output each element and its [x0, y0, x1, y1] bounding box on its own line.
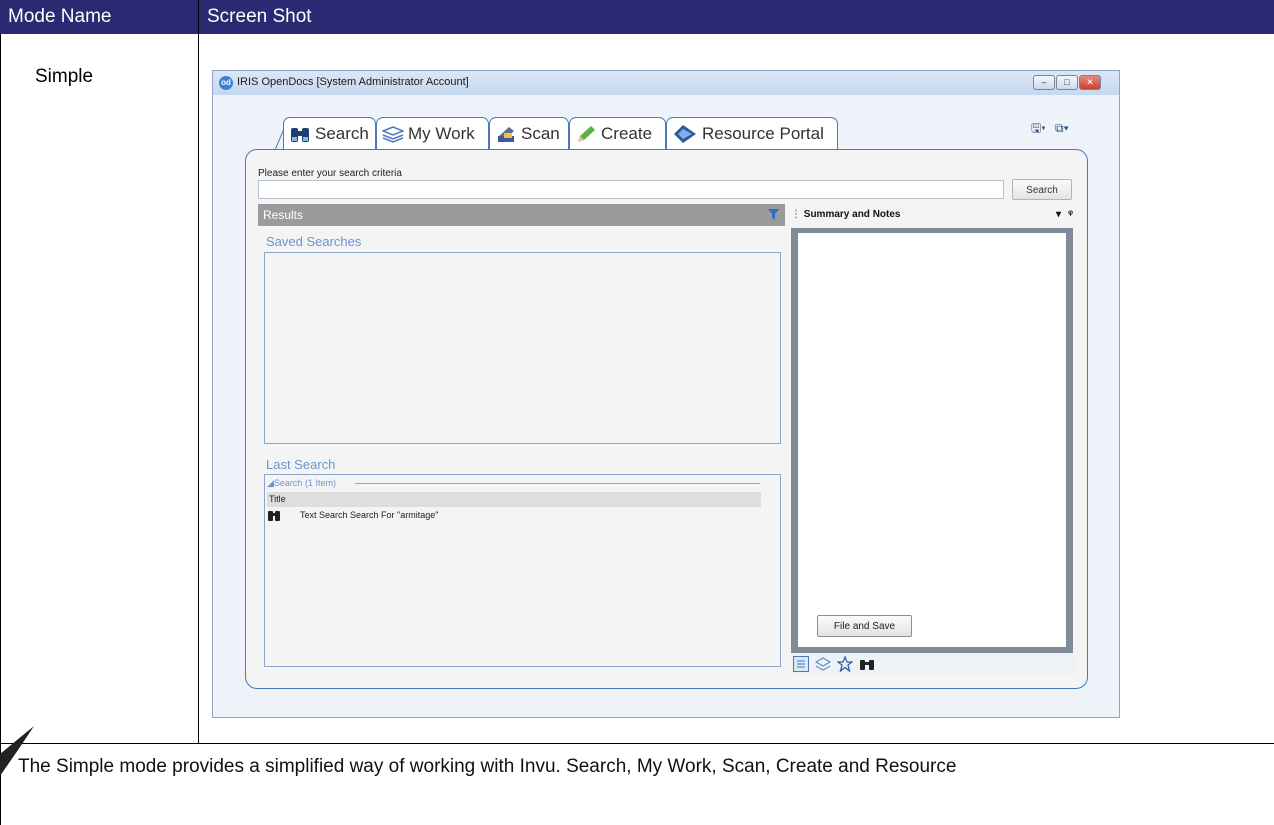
save-icon[interactable]: 🖫▾ — [1031, 121, 1046, 135]
summary-notes-title: Summary and Notes — [803, 209, 901, 220]
drag-grip-icon[interactable]: ⋮ — [791, 209, 801, 220]
search-button[interactable]: Search — [1012, 179, 1072, 200]
tab-label: Search — [315, 123, 369, 143]
collapse-triangle-icon: ◢ — [267, 478, 274, 488]
table-header-row: Mode Name Screen Shot — [0, 0, 1274, 34]
saved-searches-title: Saved Searches — [266, 234, 362, 249]
saved-searches-list[interactable] — [264, 252, 781, 444]
last-search-title: Last Search — [266, 457, 336, 472]
group-toggle[interactable]: ◢Search (1 Item) — [267, 478, 336, 489]
group-label: Search (1 Item) — [273, 478, 336, 488]
binoculars-icon[interactable] — [859, 656, 875, 672]
tab-search[interactable]: Search — [283, 117, 376, 149]
pin-icon[interactable]: ᵠ — [1068, 204, 1073, 226]
file-and-save-button[interactable]: File and Save — [817, 615, 912, 637]
stack-icon[interactable] — [815, 656, 831, 672]
tab-label: My Work — [408, 123, 475, 143]
column-header-mode-name: Mode Name — [8, 6, 112, 27]
tab-resource-portal[interactable]: Resource Portal — [666, 117, 838, 149]
binoculars-icon — [291, 127, 309, 142]
mode-name-cell: Simple — [35, 66, 94, 87]
tab-scan[interactable]: Scan — [489, 117, 569, 149]
star-icon[interactable] — [837, 656, 853, 672]
minimize-button[interactable]: – — [1033, 75, 1055, 90]
maximize-button[interactable]: □ — [1056, 75, 1078, 90]
column-header-screen-shot: Screen Shot — [207, 6, 312, 27]
table-row[interactable]: Text Search Search For "armitage" — [267, 509, 761, 523]
tab-label: Scan — [521, 123, 560, 143]
summary-notes-content: File and Save — [798, 233, 1066, 647]
search-input[interactable] — [258, 180, 1004, 199]
summary-toolbar — [791, 654, 1075, 674]
app-window: od IRIS OpenDocs [System Administrator A… — [212, 70, 1120, 718]
dropdown-arrow-icon[interactable]: ▾ — [1056, 204, 1061, 226]
binoculars-icon — [268, 511, 280, 521]
pencil-icon — [578, 125, 595, 142]
group-divider — [355, 483, 760, 484]
results-title: Results — [263, 208, 304, 222]
row-title: Text Search Search For "armitage" — [300, 510, 439, 520]
notes-icon[interactable] — [793, 656, 809, 672]
column-divider — [198, 0, 199, 744]
last-search-list: ◢Search (1 Item) Title Text Search Searc… — [264, 474, 781, 667]
results-header: Results — [258, 204, 785, 226]
toolbar-icons: 🖫▾ ⧉▾ — [1031, 119, 1069, 140]
tab-label: Create — [601, 123, 653, 143]
scanner-icon — [498, 126, 514, 142]
window-titlebar: od IRIS OpenDocs [System Administrator A… — [213, 71, 1119, 95]
window-layout-icon[interactable]: ⧉▾ — [1055, 121, 1069, 135]
film-icon — [674, 124, 696, 143]
tab-my-work[interactable]: My Work — [376, 117, 489, 149]
search-panel: Please enter your search criteria Search… — [245, 149, 1088, 689]
column-header-title[interactable]: Title — [267, 492, 761, 507]
description-text: The Simple mode provides a simplified wa… — [18, 756, 957, 777]
tab-label: Resource Portal — [702, 123, 824, 143]
table-left-border — [0, 34, 1, 825]
close-button[interactable]: ✕ — [1079, 75, 1101, 90]
filter-icon[interactable] — [768, 209, 779, 220]
search-prompt-label: Please enter your search criteria — [258, 168, 402, 179]
row-divider — [0, 743, 1274, 744]
stack-icon — [382, 125, 404, 143]
app-logo-icon: od — [219, 76, 233, 90]
summary-notes-frame: File and Save — [791, 228, 1073, 653]
tab-create[interactable]: Create — [569, 117, 666, 149]
window-title: IRIS OpenDocs [System Administrator Acco… — [237, 76, 469, 88]
summary-notes-header: ⋮ Summary and Notes ▾ ᵠ — [791, 204, 1075, 226]
